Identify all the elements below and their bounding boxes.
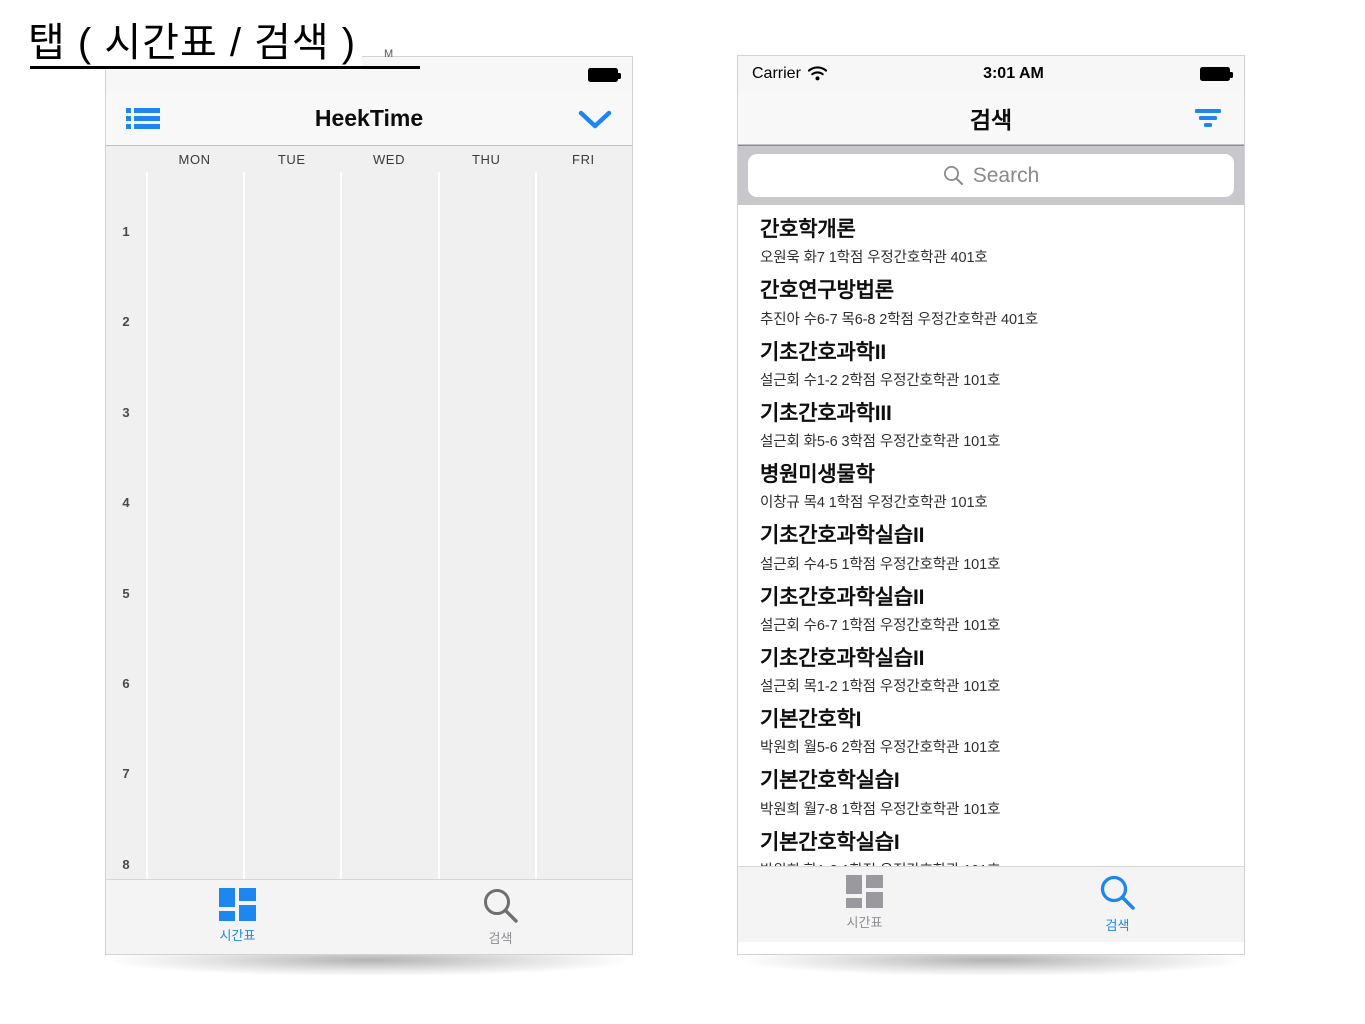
course-meta: 설근회 목1-2 1학점 우정간호학관 101호: [760, 679, 1001, 695]
course-title: 기본간호학실습I: [760, 769, 900, 793]
left-tab-bar: 시간표 검색: [106, 879, 632, 954]
battery-full-icon: [588, 67, 621, 82]
list-item[interactable]: 기초간호과학실습II 설근회 수4-5 1학점 우정간호학관 101호: [738, 517, 1244, 578]
day-header-fri: FRI: [572, 151, 595, 167]
course-meta: 박원희 화1-2 1학점 우정간호학관 101호: [760, 859, 1244, 866]
grid-icon: [846, 875, 883, 908]
right-nav-bar: 검색: [738, 91, 1244, 145]
period-label-2: 2: [122, 314, 130, 329]
tab-search-label: 검색: [1105, 918, 1130, 933]
list-item[interactable]: 기초간호과학III 설근회 화5-6 3학점 우정간호학관 101호: [738, 395, 1244, 456]
list-item[interactable]: 기본간호학실습I 박원희 화1-2 1학점 우정간호학관 101호: [738, 824, 1244, 867]
period-label-5: 5: [122, 586, 130, 601]
day-header-mon: MON: [178, 151, 211, 167]
course-title: 병원미생물학: [760, 463, 875, 486]
course-title: 기초간호과학실습II: [760, 585, 925, 609]
page-title: 탭 ( 시간표 / 검색 ): [28, 10, 363, 70]
course-meta: 설근회 수1-2 2학점 우정간호학관 101호: [760, 372, 1001, 389]
period-label-7: 7: [122, 766, 130, 781]
course-title: 기초간호과학III: [760, 401, 892, 425]
list-item[interactable]: 기초간호과학실습II 설근회 목1-2 1학점 우정간호학관 101호: [738, 640, 1244, 701]
right-status-right: [1200, 66, 1233, 81]
course-meta: 설근회 수4-5 1학점 우정간호학관 101호: [760, 556, 1001, 573]
slide-canvas: 탭 ( 시간표 / 검색 ) M HeekTime MON TUE WED TH…: [0, 0, 1365, 1024]
day-header-tue: TUE: [277, 151, 306, 167]
course-meta: 설근회 수6-7 1학점 우정간호학관 101호: [760, 617, 1001, 634]
filter-button[interactable]: [1192, 106, 1224, 130]
list-item[interactable]: 간호연구방법론 추진아 수6-7 목6-8 2학점 우정간호학관 401호: [738, 272, 1244, 333]
course-title: 간호연구방법론: [760, 279, 894, 303]
battery-full-icon: [1200, 66, 1233, 81]
search-icon: [483, 889, 518, 923]
left-nav-bar: HeekTime: [106, 92, 632, 146]
course-meta: 박원희 월5-6 2학점 우정간호학관 101호: [760, 740, 1001, 757]
left-nav-title: HeekTime: [314, 105, 424, 131]
search-icon: [1100, 875, 1135, 910]
day-header-thu: THU: [471, 151, 501, 167]
period-label-1: 1: [122, 224, 130, 239]
right-nav-title: 검색: [969, 106, 1013, 133]
course-meta: 오원욱 화7 1학점 우정간호학관 401호: [760, 250, 988, 267]
filter-icon: [1195, 108, 1221, 127]
page-title-underline: [30, 66, 420, 69]
wifi-icon: [807, 66, 827, 81]
timetable-body[interactable]: 1 2 3 4 5 6 7 8: [106, 172, 632, 879]
search-icon: [943, 166, 963, 185]
tab-search[interactable]: 검색: [369, 888, 632, 947]
timetable-column-mon[interactable]: [146, 172, 244, 879]
course-title: 기본간호학I: [760, 708, 862, 731]
course-meta: 이창규 목4 1학점 우정간호학관 101호: [760, 495, 988, 512]
tab-timetable[interactable]: 시간표: [738, 875, 991, 931]
search-placeholder: Search: [972, 163, 1040, 187]
course-title: 간호학개론: [760, 218, 856, 241]
tab-timetable-label: 시간표: [846, 915, 883, 930]
right-carrier-label: Carrier: [752, 64, 801, 82]
list-item[interactable]: 간호학개론 오원욱 화7 1학점 우정간호학관 401호: [738, 211, 1244, 272]
course-meta: 박원희 월7-8 1학점 우정간호학관 101호: [760, 801, 1001, 818]
day-header-wed: WED: [372, 151, 406, 167]
left-status-right: [588, 67, 621, 82]
timetable-column-tue[interactable]: [243, 172, 341, 879]
grid-icon: [219, 888, 256, 921]
search-bar-container: Search: [738, 145, 1244, 205]
tab-search-label: 검색: [488, 931, 513, 946]
timetable-day-header: MON TUE WED THU FRI: [106, 146, 632, 172]
course-meta: 추진아 수6-7 목6-8 2학점 우정간호학관 401호: [760, 311, 1039, 328]
page-title-subscript: M: [384, 48, 394, 60]
timetable-grid: MON TUE WED THU FRI 1 2 3 4 5 6 7 8: [106, 146, 632, 879]
search-input[interactable]: Search: [748, 154, 1234, 197]
tab-timetable[interactable]: 시간표: [106, 888, 369, 944]
timetable-column-thu[interactable]: [437, 172, 535, 879]
period-label-8: 8: [122, 857, 130, 872]
period-label-4: 4: [122, 495, 130, 510]
course-title: 기초간호과학II: [760, 340, 886, 364]
chevron-down-icon: [578, 110, 612, 128]
course-meta: 설근회 화5-6 3학점 우정간호학관 101호: [760, 434, 1001, 450]
timetable-column-fri[interactable]: [534, 172, 632, 879]
timetable-period-gutter: 1 2 3 4 5 6 7 8: [106, 172, 146, 879]
right-status-time: 3:01 AM: [983, 64, 1044, 82]
list-item[interactable]: 기초간호과학실습II 설근회 수6-7 1학점 우정간호학관 101호: [738, 579, 1244, 640]
list-item[interactable]: 병원미생물학 이창규 목4 1학점 우정간호학관 101호: [738, 456, 1244, 517]
period-label-3: 3: [122, 405, 130, 420]
course-result-list[interactable]: 간호학개론 오원욱 화7 1학점 우정간호학관 401호 간호연구방법론 추진아…: [738, 205, 1244, 866]
list-item[interactable]: 기본간호학I 박원희 월5-6 2학점 우정간호학관 101호: [738, 701, 1244, 762]
course-title: 기초간호과학실습II: [760, 524, 925, 548]
right-tab-bar: 시간표 검색: [738, 866, 1244, 942]
phone-mockup-timetable: HeekTime MON TUE WED THU FRI 1 2 3 4 5 6…: [105, 56, 633, 955]
list-icon: [126, 107, 160, 129]
period-label-6: 6: [122, 676, 130, 691]
menu-button[interactable]: [126, 106, 160, 132]
phone-mockup-search: Carrier 3:01 AM 검색 Search 간호학개론 오원욱 화7 1…: [737, 55, 1245, 955]
tab-timetable-label: 시간표: [219, 928, 256, 943]
course-title: 기초간호과학실습II: [760, 646, 925, 670]
list-item[interactable]: 기초간호과학II 설근회 수1-2 2학점 우정간호학관 101호: [738, 334, 1244, 395]
right-status-bar: Carrier 3:01 AM: [738, 56, 1244, 91]
dropdown-button[interactable]: [578, 108, 612, 130]
tab-search[interactable]: 검색: [991, 875, 1244, 934]
timetable-column-wed[interactable]: [340, 172, 438, 879]
list-item[interactable]: 기본간호학실습I 박원희 월7-8 1학점 우정간호학관 101호: [738, 762, 1244, 823]
course-title: 기본간호학실습I: [760, 830, 900, 854]
right-status-carrier-group: Carrier: [752, 65, 827, 83]
